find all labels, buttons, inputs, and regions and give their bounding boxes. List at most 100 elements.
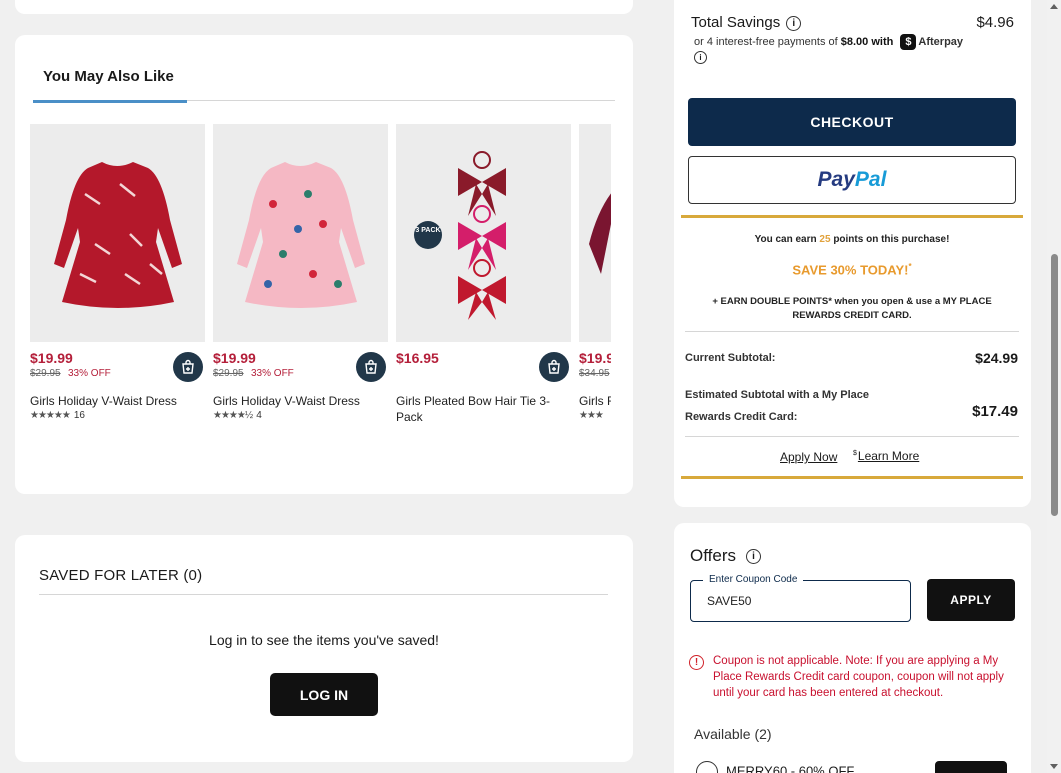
price-row: $19.9 $34.95 bbox=[579, 342, 611, 390]
product-price: $19.99 bbox=[213, 350, 256, 366]
saved-for-later-title: SAVED FOR LATER (0) bbox=[39, 567, 203, 584]
rewards-promo: You can earn 25 points on this purchase!… bbox=[681, 215, 1023, 479]
earn-points: 25 bbox=[819, 234, 831, 245]
tab-you-may-also-like[interactable]: You May Also Like bbox=[33, 68, 187, 103]
coupon-field[interactable]: Enter Coupon Code bbox=[690, 574, 911, 622]
paypal-logo-pal: Pal bbox=[854, 168, 887, 191]
offer-item[interactable]: MERRY60 - 60% OFF bbox=[696, 761, 854, 773]
coupon-field-label: Enter Coupon Code bbox=[703, 574, 804, 585]
bag-plus-icon bbox=[548, 359, 560, 374]
offer-label: MERRY60 - 60% OFF bbox=[726, 763, 855, 773]
cart-page: You May Also Like $19.99 $29.95 33% OFF bbox=[0, 0, 1061, 773]
total-savings-label: Total Savings i bbox=[691, 14, 802, 31]
product-name[interactable]: Girls F bbox=[579, 390, 611, 409]
product-name[interactable]: Girls Holiday V-Waist Dress bbox=[30, 390, 205, 409]
product-price: $19.9 bbox=[579, 350, 611, 366]
current-subtotal-label: Current Subtotal: bbox=[685, 352, 776, 364]
cart-items-card bbox=[15, 0, 633, 14]
afterpay-info-icon[interactable]: i bbox=[694, 51, 707, 64]
divider bbox=[39, 594, 608, 595]
afterpay-message: or 4 interest-free payments of $8.00 wit… bbox=[694, 34, 963, 50]
divider bbox=[685, 436, 1019, 437]
total-savings-text: Total Savings bbox=[691, 14, 781, 31]
review-count: 16 bbox=[73, 410, 85, 421]
pack-badge: 3 PACK bbox=[414, 221, 442, 249]
bag-plus-icon bbox=[182, 359, 194, 374]
product-rating: ★★★ bbox=[579, 410, 611, 421]
scroll-up-arrow-icon[interactable] bbox=[1050, 4, 1058, 9]
login-button[interactable]: LOG IN bbox=[270, 673, 378, 716]
estimated-subtotal-value: $17.49 bbox=[972, 403, 1018, 420]
learn-more-link[interactable]: $Learn More bbox=[853, 449, 919, 463]
learn-more-text: Learn More bbox=[857, 449, 920, 463]
offer-icon[interactable] bbox=[696, 761, 718, 773]
discount-label: 33% OFF bbox=[68, 368, 111, 379]
product-price: $16.95 bbox=[396, 350, 439, 366]
info-icon[interactable]: i bbox=[786, 15, 802, 31]
product-image[interactable] bbox=[213, 124, 388, 342]
product-card[interactable]: $19.99 $29.95 33% OFF Girls Holiday V-Wa… bbox=[30, 124, 205, 421]
afterpay-name: Afterpay bbox=[918, 35, 964, 48]
info-icon[interactable]: i bbox=[745, 549, 761, 565]
scroll-down-arrow-icon[interactable] bbox=[1050, 764, 1058, 769]
learn-more-prefix: $ bbox=[853, 450, 857, 457]
error-icon: ! bbox=[689, 655, 704, 670]
saved-login-message: Log in to see the items you've saved! bbox=[209, 632, 439, 648]
product-name[interactable]: Girls Pleated Bow Hair Tie 3-Pack bbox=[396, 390, 571, 425]
product-card[interactable]: $19.99 $29.95 33% OFF Girls Holiday V-Wa… bbox=[213, 124, 388, 421]
original-price: $29.95 bbox=[213, 368, 244, 379]
estimated-subtotal-label: Estimated Subtotal with a My Place Rewar… bbox=[685, 389, 869, 423]
original-price: $34.95 bbox=[579, 368, 610, 379]
product-image[interactable] bbox=[579, 124, 611, 342]
tab-label: You May Also Like bbox=[43, 68, 174, 85]
points-message: You can earn 25 points on this purchase! bbox=[681, 234, 1023, 245]
apply-offer-button[interactable] bbox=[935, 761, 1007, 773]
afterpay-prefix: or 4 interest-free payments of bbox=[694, 35, 838, 48]
save-today-banner: SAVE 30% TODAY!* bbox=[681, 262, 1023, 277]
paypal-button[interactable]: Pay Pal bbox=[688, 156, 1016, 204]
product-rating: ★★★★★ 16 bbox=[30, 410, 205, 421]
earn-prefix: You can earn bbox=[754, 234, 817, 245]
order-summary-card: Total Savings i $4.96 or 4 interest-free … bbox=[674, 0, 1031, 507]
recommendations-card: You May Also Like $19.99 $29.95 33% OFF bbox=[15, 35, 633, 494]
page-scrollbar[interactable] bbox=[1047, 0, 1061, 773]
active-tab-indicator bbox=[33, 100, 187, 103]
coupon-error-message: Coupon is not applicable. Note: If you a… bbox=[713, 655, 1004, 699]
recommendations-tabs: You May Also Like bbox=[33, 35, 615, 103]
product-card[interactable]: 3 PACK $16.95 Girls Pleated Bow Hair Tie… bbox=[396, 124, 571, 425]
product-card[interactable]: $19.9 $34.95 Girls F ★★★ bbox=[579, 124, 611, 421]
add-to-bag-button[interactable] bbox=[356, 352, 386, 382]
divider bbox=[685, 331, 1019, 332]
product-name[interactable]: Girls Holiday V-Waist Dress bbox=[213, 390, 388, 409]
discount-label: 33% OFF bbox=[251, 368, 294, 379]
product-carousel: $19.99 $29.95 33% OFF Girls Holiday V-Wa… bbox=[30, 124, 611, 434]
offers-card: Offersi Enter Coupon Code APPLY ! Coupon… bbox=[674, 523, 1031, 773]
rating-stars: ★★★★½ bbox=[213, 410, 253, 421]
rating-stars: ★★★ bbox=[579, 410, 604, 421]
apply-coupon-button[interactable]: APPLY bbox=[927, 579, 1015, 621]
available-offers-heading: Available (2) bbox=[694, 726, 772, 742]
afterpay-amount: $8.00 bbox=[840, 35, 869, 48]
bag-plus-icon bbox=[365, 359, 377, 374]
rating-stars: ★★★★★ bbox=[30, 410, 71, 421]
save-today-text: SAVE 30% TODAY! bbox=[792, 262, 909, 278]
earn-suffix: points on this purchase! bbox=[833, 234, 950, 245]
product-image[interactable]: 3 PACK bbox=[396, 124, 571, 342]
add-to-bag-button[interactable] bbox=[539, 352, 569, 382]
apply-now-link[interactable]: Apply Now bbox=[780, 450, 837, 464]
original-price: $29.95 bbox=[30, 368, 61, 379]
coupon-input[interactable] bbox=[707, 594, 897, 608]
price-row: $16.95 bbox=[396, 342, 571, 390]
offers-title: Offers i bbox=[690, 546, 761, 566]
afterpay-with: with bbox=[871, 35, 894, 48]
price-row: $19.99 $29.95 33% OFF bbox=[213, 342, 388, 390]
checkout-button[interactable]: CHECKOUT bbox=[688, 98, 1016, 146]
product-image[interactable] bbox=[30, 124, 205, 342]
add-to-bag-button[interactable] bbox=[173, 352, 203, 382]
saved-for-later-card: SAVED FOR LATER (0) Log in to see the it… bbox=[15, 535, 633, 762]
afterpay-logo-icon: $ bbox=[900, 34, 917, 50]
scrollbar-thumb[interactable] bbox=[1051, 254, 1058, 516]
product-rating: ★★★★½ 4 bbox=[213, 410, 388, 421]
product-price: $19.99 bbox=[30, 350, 73, 366]
review-count: 4 bbox=[256, 410, 262, 421]
